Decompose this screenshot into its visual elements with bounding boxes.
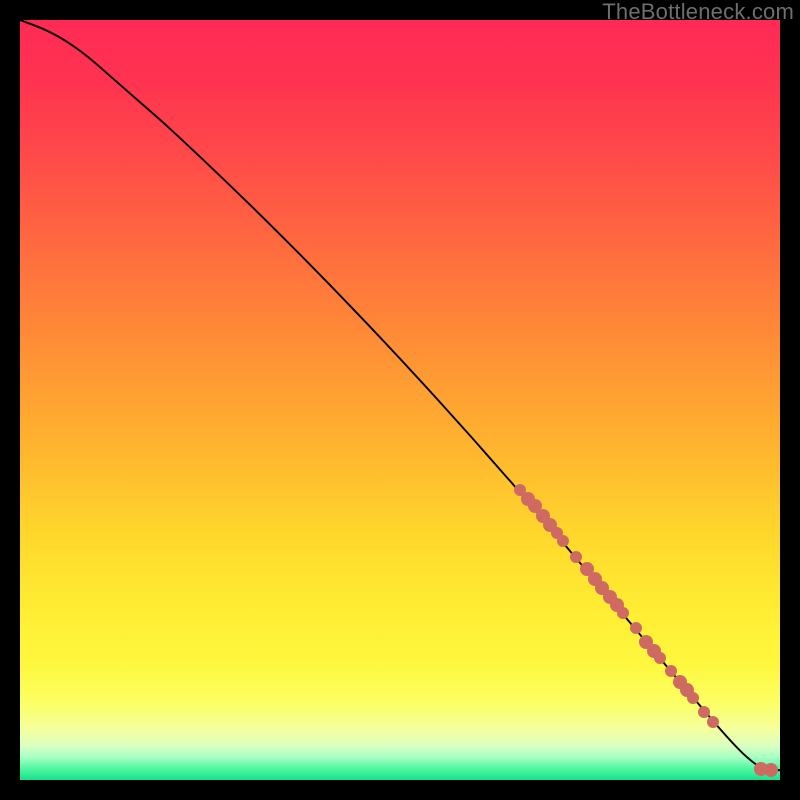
data-point [698,706,710,718]
data-point [617,607,629,619]
data-point [570,551,582,563]
data-point [630,622,642,634]
watermark-text: TheBottleneck.com [602,0,794,25]
stage: TheBottleneck.com [0,0,800,800]
data-point [654,652,666,664]
data-point [764,763,778,777]
data-point [687,692,699,704]
data-point [557,535,569,547]
data-point [707,716,719,728]
plot-area [20,20,780,780]
